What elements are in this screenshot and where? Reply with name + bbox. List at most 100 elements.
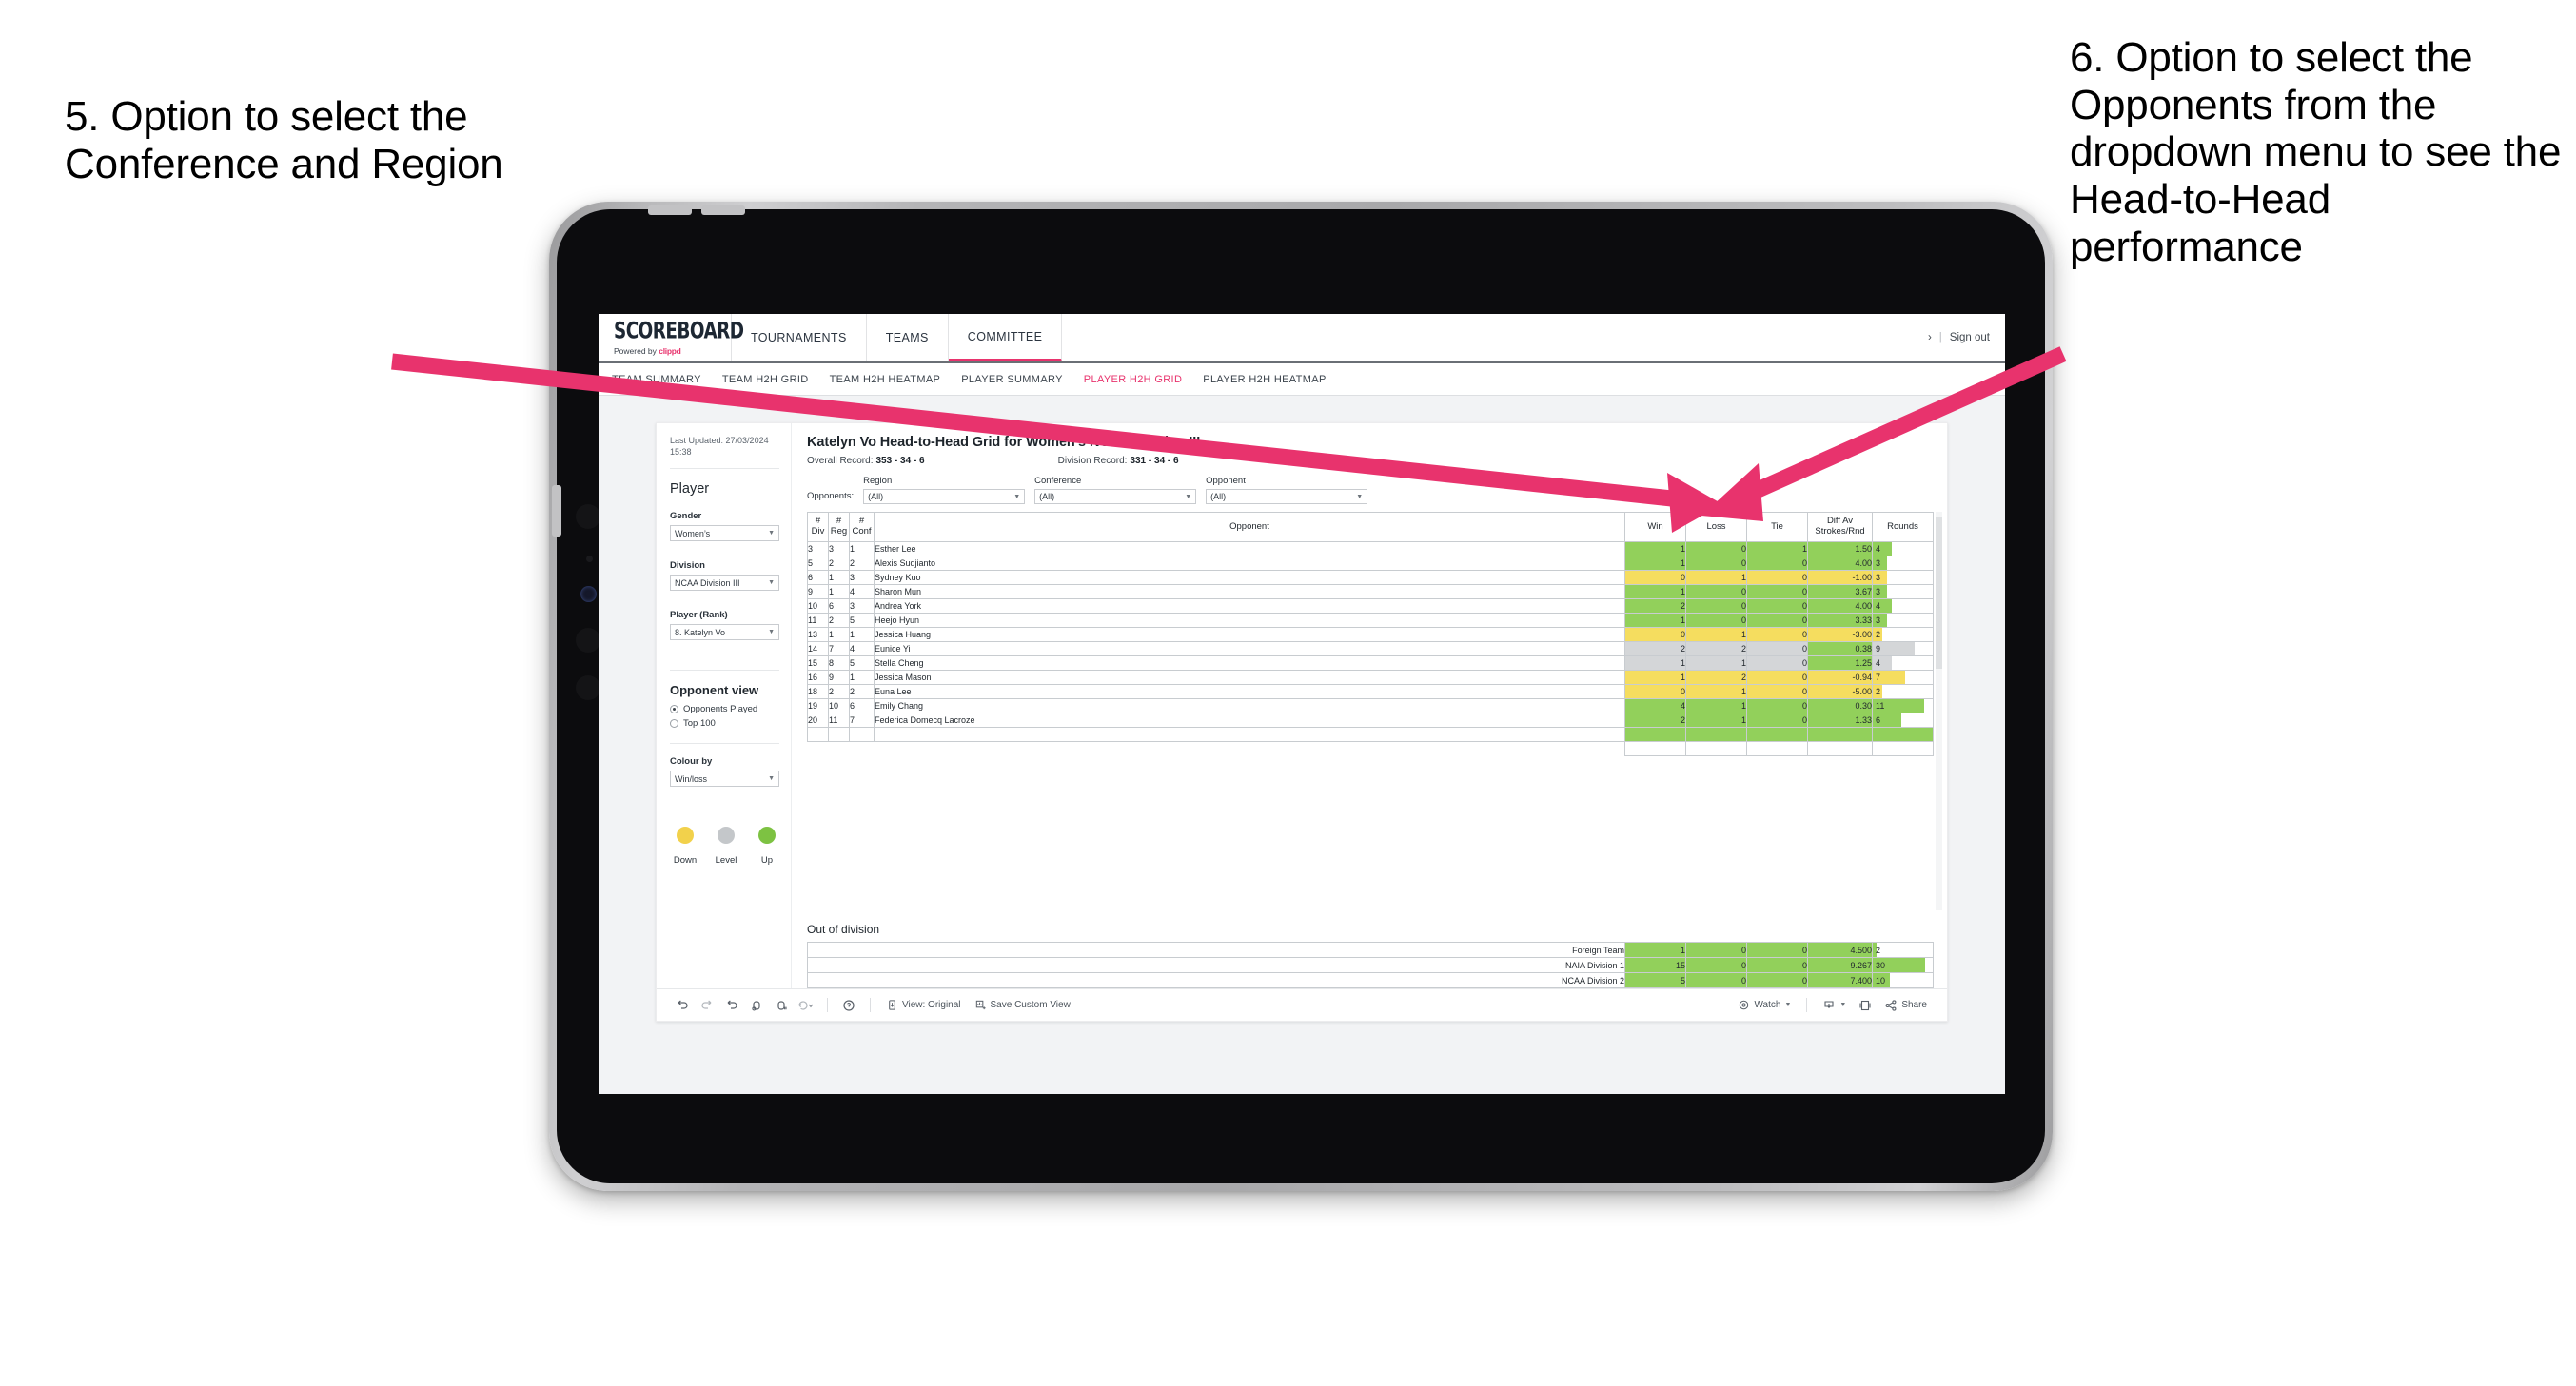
tab-team-h2h-heatmap[interactable]: TEAM H2H HEATMAP bbox=[830, 374, 941, 385]
cell-win: 1 bbox=[1624, 670, 1686, 685]
select-player-rank[interactable]: 8. Katelyn Vo ▼ bbox=[670, 624, 779, 641]
tab-player-summary[interactable]: PLAYER SUMMARY bbox=[961, 374, 1063, 385]
table-row[interactable]: 19 10 6 Emily Chang 4 1 0 0.30 11 bbox=[807, 698, 1934, 713]
cell-tie: 0 bbox=[1746, 598, 1808, 614]
pause-icon[interactable] bbox=[769, 995, 794, 1016]
legend-down-label: Down bbox=[673, 855, 698, 867]
heading-opponent-view: Opponent view bbox=[670, 683, 759, 698]
cell-win: 2 bbox=[1624, 713, 1686, 728]
save-custom-view-button[interactable]: Save Custom View bbox=[968, 999, 1077, 1011]
table-row[interactable]: 14 7 4 Eunice Yi 2 2 0 0.38 9 bbox=[807, 641, 1934, 656]
undo-icon[interactable] bbox=[670, 995, 695, 1016]
cell-win: 1 bbox=[1624, 541, 1686, 556]
revert-icon[interactable] bbox=[719, 995, 744, 1016]
cell-tie: 0 bbox=[1746, 570, 1808, 585]
col-win: Win bbox=[1624, 512, 1686, 542]
cell-opponent: Emily Chang bbox=[874, 698, 1625, 713]
grid-scrollbar-thumb[interactable] bbox=[1936, 517, 1942, 669]
main-visualization: Katelyn Vo Head-to-Head Grid for Women’s… bbox=[792, 423, 1947, 988]
table-row[interactable]: 11 2 5 Heejo Hyun 1 0 0 3.33 3 bbox=[807, 613, 1934, 628]
cell-ood-loss: 0 bbox=[1685, 972, 1747, 988]
tab-team-summary[interactable]: TEAM SUMMARY bbox=[612, 374, 701, 385]
table-row[interactable]: 20 11 7 Federica Domecq Lacroze 2 1 0 1.33 6 bbox=[807, 713, 1934, 728]
table-row[interactable]: 16 9 1 Jessica Mason 1 2 0 -0.94 7 bbox=[807, 670, 1934, 685]
scoreboard-logo[interactable]: SCOREBOARD Powered by clippd bbox=[599, 314, 744, 361]
radio-top-100[interactable]: Top 100 bbox=[670, 718, 779, 729]
help-icon[interactable] bbox=[836, 995, 861, 1016]
cell-ood-name: Foreign Team bbox=[807, 942, 1625, 958]
view-original-button[interactable]: View: Original bbox=[879, 999, 968, 1011]
select-gender[interactable]: Women’s ▼ bbox=[670, 525, 779, 542]
volume-up-button[interactable] bbox=[648, 205, 692, 215]
visualization-wrapper: Last Updated: 27/03/2024 15:38 Player Ge… bbox=[599, 396, 2005, 1022]
share-button[interactable]: Share bbox=[1878, 999, 1934, 1012]
table-row[interactable]: 10 6 3 Andrea York 2 0 0 4.00 4 bbox=[807, 598, 1934, 614]
select-region[interactable]: (All) ▼ bbox=[863, 489, 1026, 504]
table-row[interactable]: 18 2 2 Euna Lee 0 1 0 -5.00 2 bbox=[807, 684, 1934, 699]
cell-div: 20 bbox=[807, 713, 829, 728]
tableau-toolbar: View: Original Save Custom View Watch ▼ bbox=[657, 988, 1947, 1021]
nav-item-committee[interactable]: COMMITTEE bbox=[948, 314, 1063, 361]
table-row[interactable]: 9 1 4 Sharon Mun 1 0 0 3.67 3 bbox=[807, 584, 1934, 599]
select-player-rank-value: 8. Katelyn Vo bbox=[675, 627, 726, 637]
table-row[interactable]: 3 3 1 Esther Lee 1 0 1 1.50 4 bbox=[807, 541, 1934, 556]
cell-opponent: Andrea York bbox=[874, 598, 1625, 614]
select-opponent[interactable]: (All) ▼ bbox=[1206, 489, 1368, 504]
cell-diff: -1.00 bbox=[1807, 570, 1873, 585]
cell-opponent: Stella Cheng bbox=[874, 655, 1625, 671]
cell-diff: 3.67 bbox=[1807, 584, 1873, 599]
cell-loss: 1 bbox=[1685, 713, 1747, 728]
chevron-right-icon[interactable]: › bbox=[1928, 332, 1932, 343]
reset-icon[interactable] bbox=[794, 995, 818, 1016]
out-of-division-row[interactable]: NAIA Division 1 15 0 0 9.267 30 bbox=[807, 957, 1934, 973]
cell-div: 16 bbox=[807, 670, 829, 685]
cell-loss: 0 bbox=[1685, 556, 1747, 571]
out-of-division-row[interactable]: NCAA Division 2 5 0 0 7.400 10 bbox=[807, 972, 1934, 988]
cell-conf: 4 bbox=[849, 641, 875, 656]
cell-win: 2 bbox=[1624, 641, 1686, 656]
select-colour-by[interactable]: Win/loss ▼ bbox=[670, 771, 779, 788]
watch-button[interactable]: Watch ▼ bbox=[1731, 999, 1798, 1011]
tab-player-h2h-grid[interactable]: PLAYER H2H GRID bbox=[1084, 374, 1182, 385]
cell-conf: 3 bbox=[849, 598, 875, 614]
cell-opponent: Esther Lee bbox=[874, 541, 1625, 556]
tab-team-h2h-grid[interactable]: TEAM H2H GRID bbox=[722, 374, 809, 385]
cell-tie: 0 bbox=[1746, 698, 1808, 713]
cell-loss: 1 bbox=[1685, 655, 1747, 671]
cell-conf: 1 bbox=[849, 670, 875, 685]
cell-div: 9 bbox=[807, 584, 829, 599]
select-division[interactable]: NCAA Division III ▼ bbox=[670, 575, 779, 592]
logo-powered-by: Powered by clippd bbox=[614, 346, 731, 356]
table-row[interactable]: 5 2 2 Alexis Sudjianto 1 0 0 4.00 3 bbox=[807, 556, 1934, 571]
out-of-division-row[interactable]: Foreign Team 1 0 0 4.500 2 bbox=[807, 942, 1934, 958]
nav-item-teams[interactable]: TEAMS bbox=[867, 314, 949, 361]
download-button[interactable]: ▼ bbox=[1816, 999, 1853, 1012]
cell-loss: 1 bbox=[1685, 684, 1747, 699]
select-conference[interactable]: (All) ▼ bbox=[1034, 489, 1197, 504]
table-row[interactable]: 6 1 3 Sydney Kuo 0 1 0 -1.00 3 bbox=[807, 570, 1934, 585]
legend-dot-up-icon bbox=[758, 827, 776, 845]
table-row[interactable]: 15 8 5 Stella Cheng 1 1 0 1.25 4 bbox=[807, 655, 1934, 671]
cell-rounds: 6 bbox=[1872, 713, 1934, 728]
cell-reg: 9 bbox=[828, 670, 850, 685]
grid-scrollbar[interactable] bbox=[1936, 512, 1942, 910]
filter-region: Region (All) ▼ bbox=[863, 476, 1026, 504]
nav-item-tournaments[interactable]: TOURNAMENTS bbox=[732, 314, 867, 361]
table-row[interactable]: 13 1 1 Jessica Huang 0 1 0 -3.00 2 bbox=[807, 627, 1934, 642]
label-player-rank: Player (Rank) bbox=[670, 610, 728, 621]
volume-down-button[interactable] bbox=[701, 205, 745, 215]
tab-player-h2h-heatmap[interactable]: PLAYER H2H HEATMAP bbox=[1203, 374, 1326, 385]
col-rounds: Rounds bbox=[1872, 512, 1934, 542]
cell-opponent: Alexis Sudjianto bbox=[874, 556, 1625, 571]
legend-up: Up bbox=[755, 827, 779, 868]
sign-out-link[interactable]: Sign out bbox=[1950, 332, 1990, 343]
power-button[interactable] bbox=[552, 485, 561, 537]
redo-icon[interactable] bbox=[695, 995, 719, 1016]
cell-div: 15 bbox=[807, 655, 829, 671]
refresh-icon[interactable] bbox=[744, 995, 769, 1016]
fullscreen-icon[interactable] bbox=[1853, 995, 1878, 1016]
share-icon bbox=[1885, 999, 1897, 1011]
radio-opponents-played[interactable]: Opponents Played bbox=[670, 704, 779, 714]
cell-ood-rounds: 2 bbox=[1872, 942, 1934, 958]
cell-tie: 0 bbox=[1746, 655, 1808, 671]
